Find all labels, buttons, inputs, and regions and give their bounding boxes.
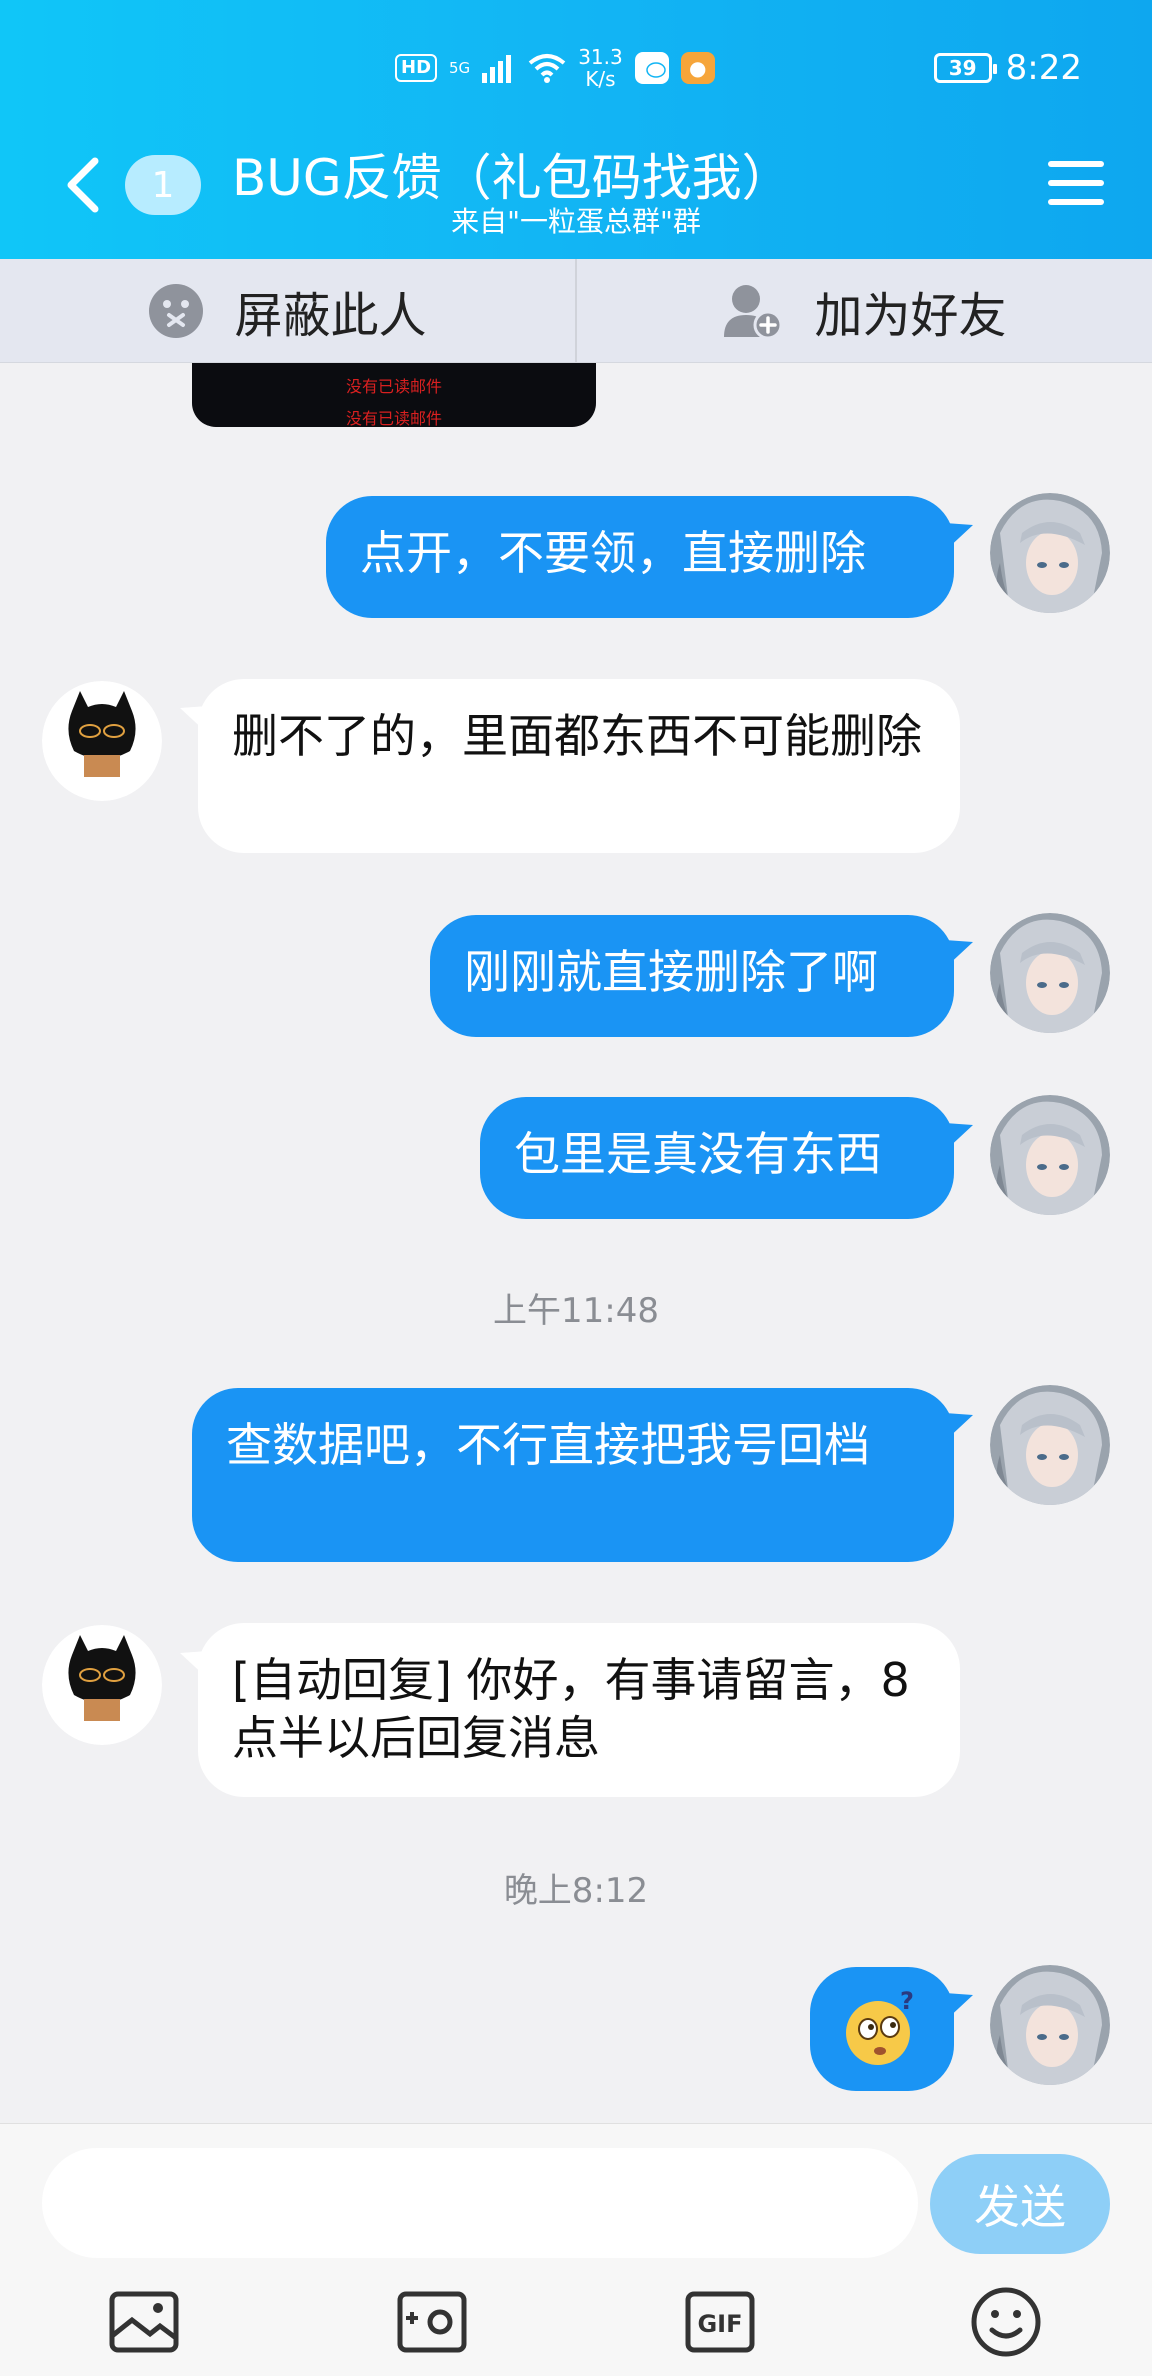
outgoing-message-bubble[interactable]: 点开，不要领，直接删除 — [326, 496, 954, 618]
camera-icon — [397, 2291, 467, 2353]
app-notification-icon: ● — [680, 52, 715, 84]
bubble-tail-icon — [945, 1413, 973, 1441]
incoming-message-bubble[interactable]: 删不了的，里面都东西不可能删除 — [198, 679, 960, 853]
wifi-icon — [528, 54, 566, 83]
block-user-button[interactable]: 屏蔽此人 — [0, 259, 575, 362]
add-friend-button[interactable]: 加为好友 — [575, 259, 1152, 362]
chat-subtitle: 来自"一粒蛋总群"群 — [451, 205, 701, 238]
thinking-face-emoji: ? — [846, 1989, 914, 2065]
photo-button[interactable] — [104, 2282, 184, 2362]
add-friend-icon — [724, 284, 783, 339]
menu-button[interactable] — [1048, 155, 1108, 211]
outgoing-message-bubble[interactable]: 刚刚就直接删除了啊 — [430, 915, 954, 1037]
clock: 8:22 — [1005, 48, 1082, 88]
outgoing-message-bubble[interactable]: 包里是真没有东西 — [480, 1097, 954, 1219]
sender-avatar[interactable] — [42, 1625, 162, 1745]
my-avatar[interactable] — [990, 913, 1110, 1033]
hd-indicator: HD — [395, 54, 438, 82]
stranger-action-bar: 屏蔽此人 加为好友 — [0, 259, 1152, 363]
smiley-icon — [971, 2287, 1041, 2357]
bubble-tail-icon — [945, 1993, 973, 2021]
message-list[interactable]: 没有已读邮件 没有已读邮件 点开，不要领，直接删除 删不了的，里面都东西不可能删… — [0, 363, 1152, 2123]
incoming-message-bubble[interactable]: [自动回复] 你好，有事请留言，8点半以后回复消息 — [198, 1623, 960, 1797]
block-icon — [149, 283, 204, 338]
emoji-button[interactable] — [966, 2282, 1046, 2362]
bubble-tail-icon — [945, 940, 973, 968]
gif-icon: GIF — [685, 2291, 755, 2353]
network-type: 5G — [449, 59, 471, 77]
my-avatar[interactable] — [990, 1965, 1110, 2085]
gif-button[interactable]: GIF — [680, 2282, 760, 2362]
photo-icon — [109, 2291, 179, 2353]
network-speed: 31.3 K/s — [578, 45, 623, 91]
wechat-icon — [634, 52, 669, 84]
outgoing-emoji-bubble[interactable]: ? — [810, 1967, 954, 2091]
my-avatar[interactable] — [990, 1385, 1110, 1505]
message-timestamp: 上午11:48 — [493, 1291, 659, 1331]
svg-text:?: ? — [900, 1989, 914, 2015]
signal-icon — [482, 55, 512, 83]
bubble-tail-icon — [945, 523, 973, 551]
message-input[interactable] — [42, 2148, 918, 2258]
block-user-label: 屏蔽此人 — [234, 287, 427, 344]
camera-button[interactable] — [392, 2282, 472, 2362]
outgoing-message-bubble[interactable]: 查数据吧，不行直接把我号回档 — [192, 1388, 954, 1562]
send-button[interactable]: 发送 — [930, 2154, 1110, 2254]
bubble-tail-icon — [945, 1123, 973, 1151]
status-bar: HD 5G 31.3 K/s ● 39 8:22 — [0, 40, 1152, 96]
input-bar: 发送 GIF — [0, 2123, 1152, 2376]
image-message-preview[interactable]: 没有已读邮件 没有已读邮件 — [192, 363, 596, 427]
chat-header: HD 5G 31.3 K/s ● 39 8:22 1 BUG反馈（礼包码找我） … — [0, 0, 1152, 259]
my-avatar[interactable] — [990, 493, 1110, 613]
add-friend-label: 加为好友 — [814, 287, 1007, 344]
svg-text:GIF: GIF — [697, 2310, 742, 2338]
message-timestamp: 晚上8:12 — [503, 1871, 649, 1911]
battery-icon: 39 — [933, 53, 997, 83]
my-avatar[interactable] — [990, 1095, 1110, 1215]
sender-avatar[interactable] — [42, 681, 162, 801]
